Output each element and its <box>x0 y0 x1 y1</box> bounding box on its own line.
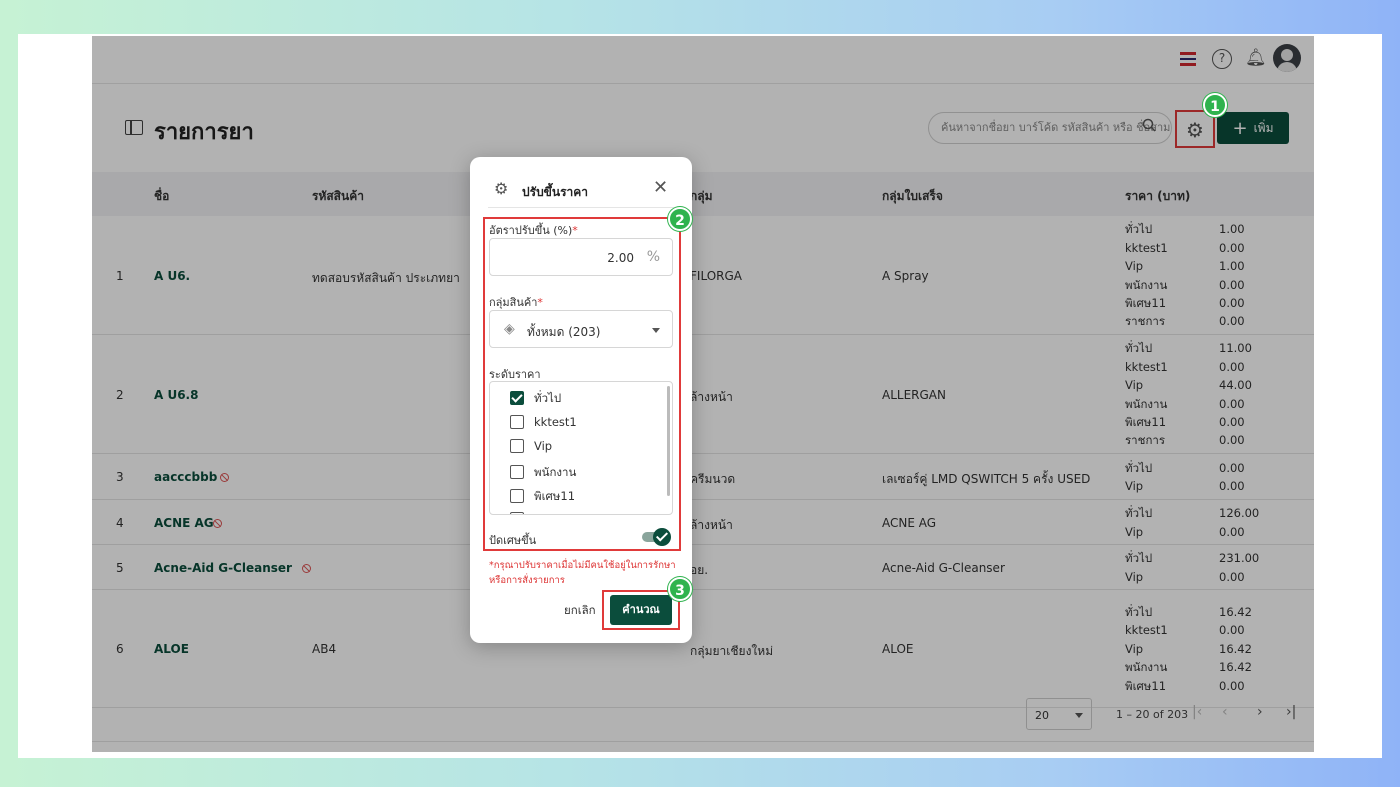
rate-value: 2.00 <box>607 251 634 265</box>
layers-icon: ◈ <box>504 321 515 337</box>
tier-option-label: Vip <box>534 439 553 454</box>
tier-option[interactable]: พนักงาน <box>510 464 576 482</box>
app-window: ? 🔔︎ รายการยา ค้นหาจากชื่อยา บาร์โค้ด รห… <box>92 36 1314 752</box>
modal-backdrop[interactable] <box>92 36 1314 752</box>
group-label-text: กลุ่มสินค้า <box>489 296 538 309</box>
checkbox[interactable] <box>510 414 524 429</box>
step-badge-1: 1 <box>1203 93 1227 117</box>
tier-option-label: kktest1 <box>534 414 577 429</box>
price-adjust-modal: ⚙ ปรับขึ้นราคา ✕ อัตราปรับขึ้น (%)* 2.00… <box>470 157 692 643</box>
rate-input[interactable]: 2.00 % <box>489 238 673 276</box>
scrollbar[interactable] <box>667 386 670 496</box>
step-badge-2: 2 <box>668 207 692 231</box>
product-group-value: ทั้งหมด (203) <box>527 325 601 339</box>
rounding-label: ปัดเศษขึ้น <box>489 534 537 547</box>
tier-option-label: ทั่วไป <box>534 391 562 405</box>
rate-label-text: อัตราปรับขึ้น (%) <box>489 224 573 237</box>
tier-option[interactable]: Vip <box>510 439 553 454</box>
tier-option-label: พนักงาน <box>534 464 577 479</box>
checkbox[interactable] <box>510 464 524 479</box>
checkbox[interactable] <box>510 439 524 454</box>
tier-option[interactable]: kktest1 <box>510 414 577 429</box>
tier-option[interactable]: ทั่วไป <box>510 390 561 408</box>
gear-icon: ⚙ <box>494 179 509 198</box>
warning-note: *กรุณาปรับราคาเมื่อไม่มีคนใช้อยู่ในการรั… <box>489 560 676 586</box>
product-group-select[interactable]: ◈ ทั้งหมด (203) <box>489 310 673 348</box>
cancel-button[interactable]: ยกเลิก <box>564 602 596 620</box>
tier-option[interactable]: พิเศษ11 <box>510 488 575 506</box>
checkbox[interactable] <box>510 489 524 504</box>
tier-option-label: พิเศษ11 <box>534 489 576 504</box>
checkbox[interactable] <box>510 391 524 405</box>
chevron-down-icon <box>652 328 660 333</box>
step-badge-3: 3 <box>668 577 692 601</box>
percent-icon: % <box>646 249 660 265</box>
rate-label: อัตราปรับขึ้น (%)* <box>489 224 578 237</box>
group-label: กลุ่มสินค้า* <box>489 296 543 309</box>
close-icon[interactable]: ✕ <box>653 177 668 198</box>
calculate-button[interactable]: คำนวณ <box>610 595 672 625</box>
modal-title: ปรับขึ้นราคา <box>522 185 589 199</box>
rounding-toggle[interactable] <box>642 528 672 546</box>
price-tier-list[interactable]: ทั่วไป kktest1 Vip พนักงานพิเศษ11 <box>489 381 673 515</box>
modal-divider <box>488 207 674 208</box>
